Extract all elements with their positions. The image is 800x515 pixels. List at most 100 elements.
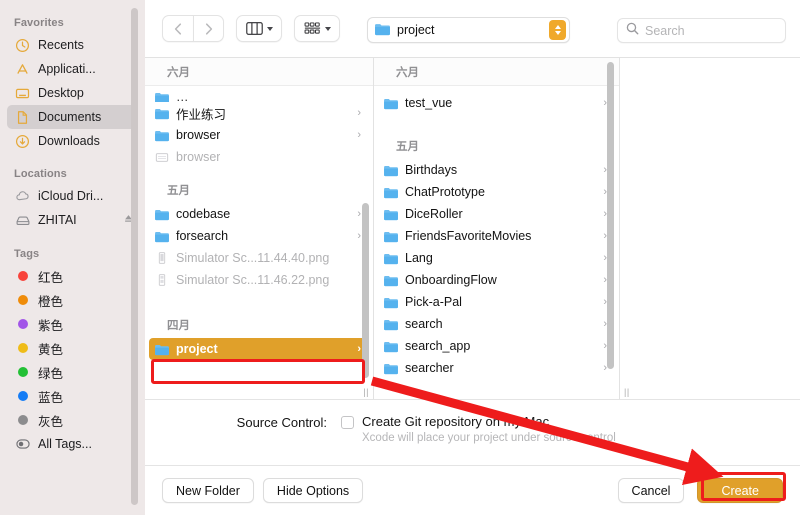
table-row[interactable]: search_app › <box>374 335 619 357</box>
cancel-button[interactable]: Cancel <box>617 478 685 503</box>
table-row[interactable]: Lang › <box>374 247 619 269</box>
group-header: 六月 <box>374 58 619 86</box>
desktop-icon <box>14 85 31 101</box>
table-row[interactable]: searcher › <box>374 357 619 379</box>
table-row[interactable]: test_vue › <box>374 92 619 114</box>
back-button[interactable] <box>162 15 193 42</box>
sidebar-item-label: iCloud Dri... <box>38 189 104 203</box>
folder-icon <box>383 252 399 265</box>
column-3-resize-handle[interactable]: || <box>624 387 630 397</box>
search-icon <box>626 22 639 40</box>
file-name: project <box>176 342 218 356</box>
sidebar-item-applications[interactable]: Applicati... <box>7 57 138 81</box>
sidebar-item-tag-purple[interactable]: 紫色 <box>7 312 138 336</box>
tag-dot-icon <box>14 340 31 356</box>
create-git-repository-checkbox[interactable] <box>341 416 354 429</box>
options-area: Source Control: Create Git repository on… <box>145 399 800 465</box>
group-header: 四月 <box>167 320 190 332</box>
path-popup-button[interactable]: project <box>367 17 570 43</box>
table-row[interactable]: browser › <box>145 124 373 146</box>
sidebar-section-header-tags: Tags <box>14 248 40 260</box>
sidebar-item-tag-red[interactable]: 红色 <box>7 264 138 288</box>
table-row[interactable]: 作业练习 › <box>145 102 373 124</box>
table-row[interactable]: codebase › <box>145 203 373 225</box>
folder-icon <box>383 186 399 199</box>
browser-column-1: 六月 … 作业练习 › browser › browser 五月 codebas… <box>145 58 374 399</box>
folder-icon <box>154 230 170 243</box>
file-name: OnboardingFlow <box>405 273 497 287</box>
sidebar-item-desktop[interactable]: Desktop <box>7 81 138 105</box>
folder-icon <box>383 274 399 287</box>
sidebar-item-label: Documents <box>38 110 102 124</box>
table-row[interactable]: Birthdays › <box>374 159 619 181</box>
table-row[interactable]: FriendsFavoriteMovies › <box>374 225 619 247</box>
table-row[interactable]: forsearch › <box>145 225 373 247</box>
table-row[interactable]: search › <box>374 313 619 335</box>
list-item-partial[interactable]: … <box>145 92 373 102</box>
table-row-project-selected[interactable]: project › <box>149 338 369 360</box>
sidebar-item-label: 灰色 <box>38 414 64 429</box>
column-1-resize-handle[interactable]: || <box>363 387 369 397</box>
sidebar-scrollbar[interactable] <box>131 8 138 505</box>
file-name: Simulator Sc...11.46.22.png <box>176 273 330 287</box>
sidebar-item-tag-gray[interactable]: 灰色 <box>7 408 138 432</box>
folder-icon <box>383 97 399 110</box>
sidebar-item-tag-yellow[interactable]: 黄色 <box>7 336 138 360</box>
up-down-chevron-icon[interactable] <box>549 20 566 40</box>
folder-icon <box>154 107 170 120</box>
sidebar-item-downloads[interactable]: Downloads <box>7 129 138 153</box>
view-mode-button[interactable] <box>236 15 282 42</box>
folder-icon <box>154 343 170 356</box>
group-header: 五月 <box>396 141 419 153</box>
search-field[interactable]: Search <box>617 18 786 43</box>
image-file-icon <box>154 251 170 265</box>
chevron-left-icon <box>174 22 182 35</box>
sidebar-section-header-favorites: Favorites <box>14 17 64 29</box>
sidebar-item-label: All Tags... <box>38 437 92 451</box>
forward-button[interactable] <box>193 15 224 42</box>
chevron-down-icon <box>266 26 273 31</box>
column-1-scrollbar[interactable] <box>362 203 369 378</box>
new-folder-button[interactable]: New Folder <box>162 478 254 503</box>
sidebar-item-label: 黄色 <box>38 342 64 357</box>
table-row: browser <box>145 146 373 168</box>
sidebar-item-documents[interactable]: Documents <box>7 105 138 129</box>
file-name: Birthdays <box>405 163 458 177</box>
sidebar-item-all-tags[interactable]: All Tags... <box>7 432 138 456</box>
sidebar-item-zhitai[interactable]: ZHITAI <box>7 208 138 232</box>
hide-options-button[interactable]: Hide Options <box>262 478 364 503</box>
checkbox-label: Create Git repository on my Mac <box>362 414 550 429</box>
main-pane: project Search 六月 … 作业练习 › browser › bro… <box>145 0 800 515</box>
folder-icon <box>383 296 399 309</box>
table-row[interactable]: DiceRoller › <box>374 203 619 225</box>
navigation-buttons <box>162 15 224 42</box>
applications-icon <box>14 61 31 77</box>
sidebar-item-recents[interactable]: Recents <box>7 33 138 57</box>
file-icon <box>154 151 170 164</box>
file-name: ChatPrototype <box>405 185 485 199</box>
save-panel-dialog: Favorites Recents Applicati... Desktop D… <box>0 0 800 515</box>
create-button[interactable]: Create <box>697 478 783 503</box>
sidebar-item-label: 紫色 <box>38 318 64 333</box>
folder-icon <box>154 129 170 142</box>
folder-icon <box>154 208 170 221</box>
sidebar-item-tag-blue[interactable]: 蓝色 <box>7 384 138 408</box>
file-name: 作业练习 <box>176 107 227 122</box>
clock-icon <box>14 37 31 53</box>
sidebar-item-label: 橙色 <box>38 294 64 309</box>
sidebar-item-tag-orange[interactable]: 橙色 <box>7 288 138 312</box>
all-tags-icon <box>14 436 31 452</box>
table-row[interactable]: ChatPrototype › <box>374 181 619 203</box>
file-name: searcher <box>405 361 454 375</box>
table-row[interactable]: OnboardingFlow › <box>374 269 619 291</box>
table-row[interactable]: Pick-a-Pal › <box>374 291 619 313</box>
toolbar: project Search <box>145 0 800 57</box>
sidebar-item-icloud-drive[interactable]: iCloud Dri... <box>7 184 138 208</box>
sidebar-item-tag-green[interactable]: 绿色 <box>7 360 138 384</box>
chevron-right-icon: › <box>357 343 361 355</box>
group-by-button[interactable] <box>294 15 340 42</box>
column-2-scrollbar[interactable] <box>607 62 614 369</box>
folder-icon <box>154 92 170 102</box>
image-file-icon <box>154 273 170 287</box>
file-name: search <box>405 317 443 331</box>
